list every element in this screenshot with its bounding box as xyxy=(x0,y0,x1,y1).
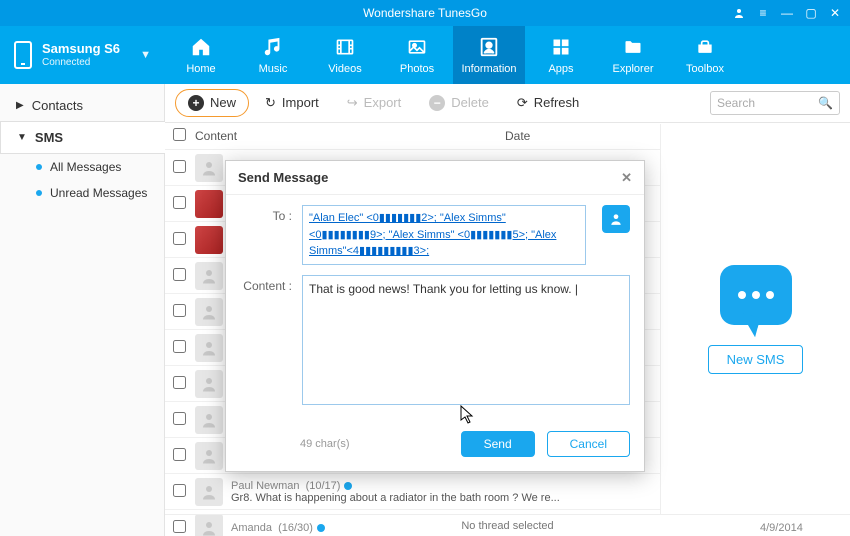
device-status: Connected xyxy=(42,57,120,69)
avatar xyxy=(195,442,223,470)
row-checkbox[interactable] xyxy=(173,160,186,173)
nav-music[interactable]: Music xyxy=(237,26,309,84)
chevron-down-icon: ▼ xyxy=(140,49,151,61)
nav-explorer[interactable]: Explorer xyxy=(597,26,669,84)
refresh-icon: ⟳ xyxy=(517,95,528,111)
app-title: Wondershare TunesGo xyxy=(363,6,487,20)
avatar xyxy=(195,370,223,398)
cancel-button[interactable]: Cancel xyxy=(547,431,630,457)
sidebar: ▶ Contacts ▼ SMS All Messages Unread Mes… xyxy=(0,84,165,536)
recipients-input[interactable]: "Alan Elec" <0▮▮▮▮▮▮▮2>; "Alex Simms"<0▮… xyxy=(302,205,586,265)
row-checkbox[interactable] xyxy=(173,304,186,317)
maximize-icon[interactable]: ▢ xyxy=(804,6,818,20)
toolbox-icon xyxy=(692,36,718,58)
phone-icon xyxy=(14,41,32,69)
photo-icon xyxy=(404,36,430,58)
add-contact-button[interactable] xyxy=(602,205,630,233)
dialog-title: Send Message xyxy=(238,170,328,185)
sidebar-item-contacts[interactable]: ▶ Contacts xyxy=(0,90,164,121)
column-content[interactable]: Content xyxy=(195,129,505,143)
unread-dot-icon xyxy=(344,482,352,490)
avatar xyxy=(195,478,223,506)
sms-bubble-icon xyxy=(720,265,792,325)
nav-photos[interactable]: Photos xyxy=(381,26,453,84)
nav-videos[interactable]: Videos xyxy=(309,26,381,84)
apps-icon xyxy=(548,36,574,58)
sidebar-item-sms[interactable]: ▼ SMS xyxy=(0,121,165,154)
row-checkbox[interactable] xyxy=(173,448,186,461)
refresh-button[interactable]: ⟳Refresh xyxy=(505,90,591,116)
sidebar-item-all-messages[interactable]: All Messages xyxy=(0,154,164,180)
avatar xyxy=(195,406,223,434)
avatar xyxy=(195,226,223,254)
delete-icon: − xyxy=(429,95,445,111)
char-count: 49 char(s) xyxy=(300,438,350,450)
top-nav: Samsung S6 Connected ▼ Home Music Videos… xyxy=(0,26,850,84)
bullet-icon xyxy=(36,190,42,196)
export-button[interactable]: ↪Export xyxy=(335,90,413,116)
chevron-right-icon: ▶ xyxy=(16,100,24,111)
chevron-down-icon: ▼ xyxy=(17,132,27,143)
status-text: No thread selected xyxy=(461,520,553,532)
avatar xyxy=(195,298,223,326)
nav-apps[interactable]: Apps xyxy=(525,26,597,84)
bullet-icon xyxy=(36,164,42,170)
row-checkbox[interactable] xyxy=(173,340,186,353)
search-icon: 🔍 xyxy=(818,96,833,110)
import-icon: ↻ xyxy=(265,95,276,111)
row-checkbox[interactable] xyxy=(173,376,186,389)
content-input[interactable]: That is good news! Thank you for letting… xyxy=(302,275,630,405)
row-checkbox[interactable] xyxy=(173,232,186,245)
to-label: To : xyxy=(240,205,292,223)
import-button[interactable]: ↻Import xyxy=(253,90,331,116)
sidebar-item-unread-messages[interactable]: Unread Messages xyxy=(0,180,164,206)
row-checkbox[interactable] xyxy=(173,196,186,209)
device-selector[interactable]: Samsung S6 Connected ▼ xyxy=(0,26,165,84)
nav-toolbox[interactable]: Toolbox xyxy=(669,26,741,84)
select-all-checkbox[interactable] xyxy=(173,128,186,141)
delete-button[interactable]: −Delete xyxy=(417,90,501,116)
preview-panel: New SMS xyxy=(660,124,850,514)
minimize-icon[interactable]: — xyxy=(780,6,794,20)
music-icon xyxy=(260,36,286,58)
avatar xyxy=(195,190,223,218)
title-bar: Wondershare TunesGo ≡ — ▢ ✕ xyxy=(0,0,850,26)
menu-icon[interactable]: ≡ xyxy=(756,6,770,20)
user-icon[interactable] xyxy=(732,6,746,20)
new-button[interactable]: +New xyxy=(175,89,249,117)
new-sms-button[interactable]: New SMS xyxy=(708,345,804,374)
home-icon xyxy=(188,36,214,58)
toolbar: +New ↻Import ↪Export −Delete ⟳Refresh Se… xyxy=(165,84,850,123)
folder-icon xyxy=(620,36,646,58)
search-input[interactable]: Search 🔍 xyxy=(710,91,840,115)
video-icon xyxy=(332,36,358,58)
send-message-dialog: Send Message ✕ To : "Alan Elec" <0▮▮▮▮▮▮… xyxy=(225,160,645,472)
avatar xyxy=(195,154,223,182)
row-checkbox[interactable] xyxy=(173,268,186,281)
send-button[interactable]: Send xyxy=(461,431,535,457)
close-icon[interactable]: ✕ xyxy=(828,6,842,20)
export-icon: ↪ xyxy=(347,95,358,111)
device-name: Samsung S6 xyxy=(42,42,120,57)
nav-information[interactable]: Information xyxy=(453,26,525,84)
close-icon[interactable]: ✕ xyxy=(621,170,632,186)
avatar xyxy=(195,262,223,290)
avatar xyxy=(195,334,223,362)
nav-home[interactable]: Home xyxy=(165,26,237,84)
row-checkbox[interactable] xyxy=(173,412,186,425)
contacts-icon xyxy=(476,36,502,58)
content-label: Content : xyxy=(240,275,292,293)
row-checkbox[interactable] xyxy=(173,484,186,497)
status-bar: No thread selected xyxy=(165,514,850,536)
